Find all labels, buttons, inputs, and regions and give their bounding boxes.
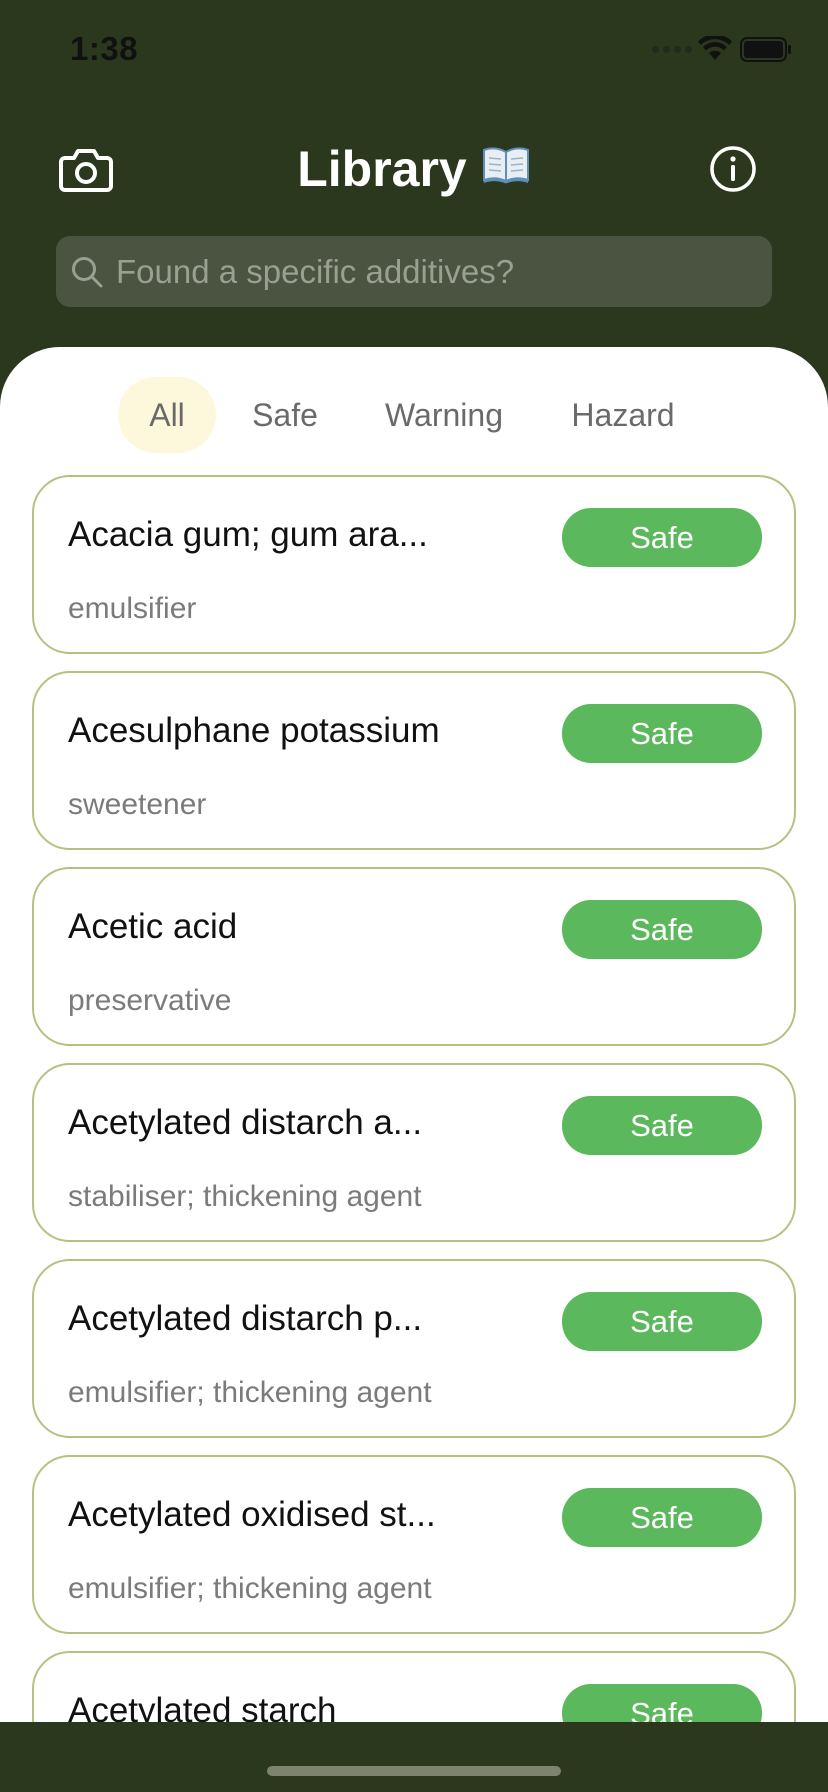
status-bar: 1:38 <box>0 0 828 100</box>
additive-card[interactable]: Acetic acid preservative Safe <box>32 867 796 1046</box>
additive-name: Acetic acid <box>68 907 238 946</box>
additive-type: stabiliser; thickening agent <box>68 1180 422 1213</box>
search-input[interactable] <box>114 251 758 292</box>
tab-warning[interactable]: Warning <box>372 377 516 453</box>
additive-card[interactable]: Acacia gum; gum ara... emulsifier Safe <box>32 475 796 654</box>
additive-card[interactable]: Acetylated oxidised st... emulsifier; th… <box>32 1455 796 1634</box>
additive-name: Acetylated distarch a... <box>68 1103 423 1142</box>
additive-name: Acetylated distarch p... <box>68 1299 423 1338</box>
page-title-text: Library <box>297 141 467 197</box>
status-badge: Safe <box>562 508 762 567</box>
bottom-bar <box>0 1722 828 1792</box>
status-badge: Safe <box>562 1684 762 1722</box>
battery-icon <box>740 37 791 62</box>
tab-hazard[interactable]: Hazard <box>560 377 686 453</box>
status-time: 1:38 <box>70 30 139 67</box>
signal-dots-icon <box>652 46 692 53</box>
search-icon <box>72 256 103 287</box>
additive-card[interactable]: Acetylated starch Safe <box>32 1651 796 1722</box>
additive-card[interactable]: Acesulphane potassium sweetener Safe <box>32 671 796 850</box>
additive-name: Acetylated starch <box>68 1691 337 1722</box>
status-badge: Safe <box>562 1096 762 1155</box>
additive-type: emulsifier; thickening agent <box>68 1572 432 1605</box>
tab-all[interactable]: All <box>118 377 216 453</box>
additive-list: Acacia gum; gum ara... emulsifier Safe A… <box>32 475 796 1722</box>
status-badge: Safe <box>562 900 762 959</box>
additive-name: Acacia gum; gum ara... <box>68 515 428 554</box>
book-icon <box>481 138 531 196</box>
additive-card[interactable]: Acetylated distarch a... stabiliser; thi… <box>32 1063 796 1242</box>
additive-card[interactable]: Acetylated distarch p... emulsifier; thi… <box>32 1259 796 1438</box>
status-badge: Safe <box>562 1488 762 1547</box>
additive-type: emulsifier <box>68 592 197 625</box>
additive-type: sweetener <box>68 788 207 821</box>
content-sheet: All Safe Warning Hazard Acacia gum; gum … <box>0 347 828 1722</box>
wifi-icon <box>698 36 732 60</box>
home-indicator[interactable] <box>267 1766 561 1776</box>
library-screen: 1:38 Library Found a specific additives?… <box>0 0 828 1792</box>
search-bar[interactable] <box>56 236 772 307</box>
filter-tabs: All Safe Warning Hazard <box>0 377 828 453</box>
tab-safe[interactable]: Safe <box>238 377 332 453</box>
additive-type: emulsifier; thickening agent <box>68 1376 432 1409</box>
additive-name: Acesulphane potassium <box>68 711 440 750</box>
status-badge: Safe <box>562 704 762 763</box>
additive-type: preservative <box>68 984 232 1017</box>
additive-name: Acetylated oxidised st... <box>68 1495 436 1534</box>
status-badge: Safe <box>562 1292 762 1351</box>
info-button[interactable] <box>703 139 763 199</box>
info-icon <box>710 146 756 192</box>
